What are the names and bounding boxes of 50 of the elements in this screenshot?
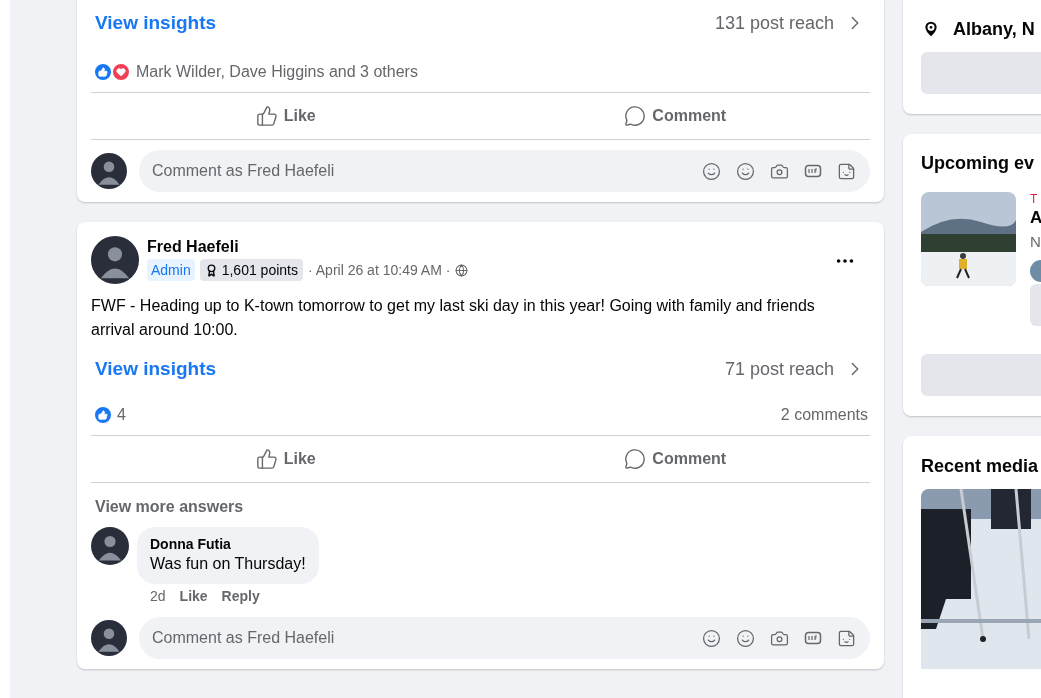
emoji-icon[interactable] bbox=[736, 161, 755, 181]
comment-text: Was fun on Thursday! bbox=[150, 554, 306, 574]
reaction-count[interactable]: 4 bbox=[117, 403, 126, 427]
heart-reaction-icon bbox=[111, 62, 131, 82]
media-title: Recent media bbox=[921, 455, 1040, 478]
author-name[interactable]: Fred Haefeli bbox=[147, 236, 834, 258]
comment-like-link[interactable]: Like bbox=[179, 586, 208, 607]
reactions-text[interactable]: Mark Wilder, Dave Higgins and 3 others bbox=[136, 60, 418, 84]
admin-badge: Admin bbox=[147, 259, 195, 281]
comment-button[interactable]: Comment bbox=[480, 93, 870, 139]
emoji-icon[interactable] bbox=[736, 628, 755, 648]
view-more-answers-link[interactable]: View more answers bbox=[77, 495, 262, 519]
points-badge: 1,601 points bbox=[199, 259, 303, 281]
globe-icon bbox=[455, 263, 469, 277]
post-time[interactable]: · April 26 at 10:49 AM · bbox=[308, 259, 451, 281]
comments-count[interactable]: 2 comments bbox=[780, 403, 868, 427]
post-text: FWF - Heading up to K-town tomorrow to get my last ski day in this year! Going with family and friends arrival around 10:00. bbox=[91, 296, 816, 340]
location-text: Albany, N bbox=[953, 17, 1035, 41]
like-button[interactable]: Like bbox=[91, 93, 481, 139]
thumbs-up-icon bbox=[255, 105, 278, 127]
event-date: T bbox=[1030, 192, 1039, 206]
like-button[interactable]: Like bbox=[91, 436, 481, 482]
gif-icon[interactable] bbox=[804, 162, 822, 180]
comment-bar[interactable]: Comment as Fred Haefeli bbox=[139, 617, 870, 659]
post-reach-text: 71 post reach bbox=[724, 357, 834, 381]
comment-field[interactable]: Comment as Fred Haefeli bbox=[152, 159, 702, 183]
comment-reply-link[interactable]: Reply bbox=[221, 586, 260, 607]
comment-age[interactable]: 2d bbox=[150, 586, 166, 607]
sticker-icon[interactable] bbox=[837, 161, 856, 181]
avatar bbox=[91, 620, 127, 656]
like-reaction-icon bbox=[93, 62, 113, 82]
gif-icon[interactable] bbox=[804, 629, 822, 647]
comment-button[interactable]: Comment bbox=[480, 436, 870, 482]
comment-bar[interactable]: Comment as Fred Haefeli bbox=[139, 150, 870, 192]
like-reaction-icon bbox=[93, 405, 113, 425]
post-reach-text: 131 post reach bbox=[714, 11, 834, 35]
comment-field[interactable]: Comment as Fred Haefeli bbox=[152, 626, 702, 650]
avatar bbox=[91, 153, 127, 189]
insights-link[interactable]: View insights bbox=[95, 8, 217, 38]
commenter-name[interactable]: Donna Futia bbox=[150, 535, 306, 553]
thumbs-up-icon bbox=[255, 448, 278, 470]
event-name[interactable]: A bbox=[1030, 206, 1041, 230]
insights-link[interactable]: View insights bbox=[95, 354, 217, 384]
event-subtext: N bbox=[1030, 232, 1041, 252]
events-title: Upcoming ev bbox=[921, 152, 1036, 175]
avatar bbox=[91, 236, 139, 284]
sticker-icon[interactable] bbox=[837, 628, 856, 648]
speech-bubble-icon bbox=[624, 105, 647, 127]
avatar bbox=[91, 527, 129, 565]
speech-bubble-icon bbox=[624, 448, 647, 470]
